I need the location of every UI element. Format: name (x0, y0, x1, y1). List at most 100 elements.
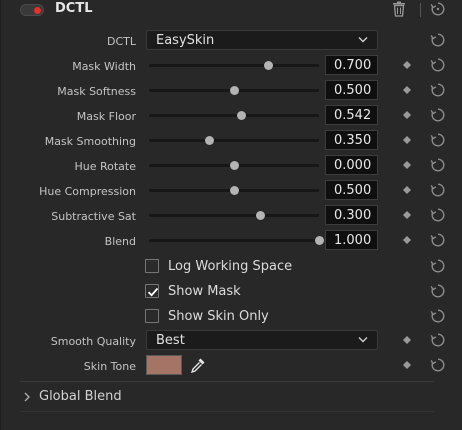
slider-thumb[interactable] (230, 161, 239, 170)
checkbox[interactable] (145, 309, 159, 323)
slider-value: 0.000 (334, 158, 372, 173)
slider-value-field[interactable]: 0.500 (325, 180, 378, 200)
slider-row: Hue Compression 0.500 (0, 180, 462, 205)
smooth-quality-dropdown[interactable]: Best (146, 330, 378, 350)
reset-icon[interactable] (430, 157, 446, 173)
slider-value: 0.350 (334, 133, 372, 148)
slider-label: Subtractive Sat (51, 210, 136, 223)
reset-icon[interactable] (430, 32, 446, 48)
checkbox-label[interactable]: Log Working Space (168, 259, 292, 274)
slider-label: Hue Rotate (74, 160, 136, 173)
slider-row: Blend 1.000 (0, 230, 462, 255)
slider-thumb[interactable] (315, 236, 324, 245)
reset-icon[interactable] (430, 283, 446, 299)
slider-value: 0.500 (334, 83, 372, 98)
slider-value: 0.500 (334, 183, 372, 198)
chevron-down-icon (358, 337, 368, 343)
keyframe-icon[interactable] (403, 136, 411, 144)
slider-label: Blend (104, 235, 136, 248)
reset-icon[interactable] (430, 107, 446, 123)
checkbox-row: Show Skin Only (0, 306, 462, 331)
slider-thumb[interactable] (264, 61, 273, 70)
slider-thumb[interactable] (230, 186, 239, 195)
keyframe-icon[interactable] (403, 161, 411, 169)
reset-icon[interactable] (430, 332, 446, 348)
reset-icon[interactable] (430, 82, 446, 98)
slider-row: Subtractive Sat 0.300 (0, 205, 462, 230)
reset-icon[interactable] (430, 207, 446, 223)
section-divider (20, 381, 434, 382)
slider-thumb[interactable] (237, 111, 247, 120)
slider-value-field[interactable]: 0.500 (325, 80, 378, 100)
slider-value-field[interactable]: 0.300 (325, 205, 378, 225)
enable-toggle[interactable] (20, 4, 44, 16)
slider-thumb[interactable] (230, 86, 239, 95)
slider-track[interactable] (149, 211, 319, 220)
keyframe-icon[interactable] (403, 236, 411, 244)
trash-icon[interactable] (392, 1, 406, 17)
chevron-down-icon (358, 37, 368, 43)
checkbox[interactable] (145, 284, 159, 298)
global-blend-label: Global Blend (39, 389, 122, 404)
slider-value-field[interactable]: 0.350 (325, 130, 378, 150)
slider-track[interactable] (149, 86, 319, 95)
reset-icon[interactable] (430, 232, 446, 248)
slider-track[interactable] (149, 186, 319, 195)
eyedropper-icon[interactable] (190, 357, 206, 373)
checkmark-icon (147, 287, 159, 297)
reset-all-icon[interactable] (430, 1, 446, 17)
slider-label: Mask Softness (57, 85, 136, 98)
skin-tone-row: Skin Tone (0, 355, 462, 380)
dctl-dropdown[interactable]: EasySkin (146, 30, 378, 50)
reset-icon[interactable] (430, 182, 446, 198)
slider-label: Hue Compression (39, 185, 136, 198)
slider-track[interactable] (149, 61, 319, 70)
skin-tone-swatch[interactable] (146, 355, 182, 375)
slider-value-field[interactable]: 0.000 (325, 155, 378, 175)
checkbox-label[interactable]: Show Skin Only (168, 309, 269, 324)
reset-icon[interactable] (430, 57, 446, 73)
keyframe-icon[interactable] (403, 336, 411, 344)
checkbox-row: Log Working Space (0, 256, 462, 281)
slider-label: Mask Floor (76, 110, 136, 123)
slider-track[interactable] (149, 136, 319, 145)
slider-row: Mask Floor 0.542 (0, 105, 462, 130)
slider-row: Mask Width 0.700 (0, 55, 462, 80)
global-blend-section[interactable]: Global Blend (0, 386, 462, 408)
smooth-quality-label: Smooth Quality (50, 335, 136, 348)
slider-value: 1.000 (334, 233, 372, 248)
slider-value-field[interactable]: 0.542 (325, 105, 378, 125)
slider-row: Mask Softness 0.500 (0, 80, 462, 105)
keyframe-icon[interactable] (403, 86, 411, 94)
checkbox-label[interactable]: Show Mask (168, 284, 241, 299)
slider-track[interactable] (149, 111, 319, 120)
slider-label: Mask Smoothing (44, 135, 136, 148)
reset-icon[interactable] (430, 308, 446, 324)
chevron-right-icon (24, 392, 30, 402)
keyframe-icon[interactable] (403, 111, 411, 119)
slider-thumb[interactable] (204, 136, 214, 145)
keyframe-icon[interactable] (403, 211, 411, 219)
smooth-quality-row: Smooth Quality Best (0, 330, 462, 355)
dctl-select-row: DCTL EasySkin (0, 30, 462, 55)
keyframe-icon[interactable] (403, 61, 411, 69)
dctl-dropdown-value: EasySkin (156, 33, 215, 48)
slider-value: 0.542 (334, 108, 372, 123)
slider-track[interactable] (149, 236, 324, 245)
smooth-quality-value: Best (156, 333, 185, 348)
slider-track[interactable] (149, 161, 319, 170)
checkbox[interactable] (145, 259, 159, 273)
dctl-label: DCTL (107, 35, 136, 48)
slider-value-field[interactable]: 0.700 (325, 55, 378, 75)
slider-value-field[interactable]: 1.000 (325, 230, 378, 250)
keyframe-icon[interactable] (403, 186, 411, 194)
reset-icon[interactable] (430, 357, 446, 373)
bottom-divider (20, 411, 434, 412)
keyframe-icon[interactable] (403, 361, 411, 369)
slider-label: Mask Width (72, 60, 136, 73)
slider-thumb[interactable] (255, 211, 265, 220)
reset-icon[interactable] (430, 258, 446, 274)
reset-icon[interactable] (430, 132, 446, 148)
slider-value: 0.300 (334, 208, 372, 223)
dctl-header: DCTL (0, 0, 462, 22)
